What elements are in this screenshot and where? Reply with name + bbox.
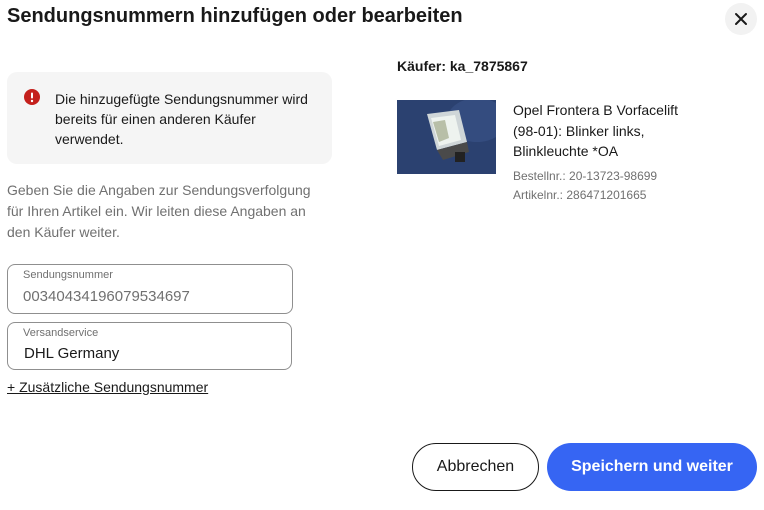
- carrier-input[interactable]: DHL Germany: [24, 345, 274, 362]
- save-and-continue-button[interactable]: Speichern und weiter: [547, 443, 757, 491]
- tracking-number-input[interactable]: 00340434196079534697: [23, 288, 273, 305]
- alert-message: Die hinzugefügte Sendungsnummer wird ber…: [55, 91, 308, 147]
- buyer-label: Käufer: ka_7875867: [397, 58, 528, 74]
- error-icon: [24, 89, 40, 105]
- order-number: Bestellnr.: 20-13723-98699: [513, 169, 658, 183]
- tracking-number-field[interactable]: Sendungsnummer 00340434196079534697: [7, 264, 293, 314]
- dialog-title: Sendungsnummern hinzufügen oder bearbeit…: [7, 5, 463, 27]
- item-number: Artikelnr.: 286471201665: [513, 188, 647, 202]
- product-image[interactable]: [397, 100, 496, 174]
- cancel-button[interactable]: Abbrechen: [412, 443, 539, 491]
- close-button[interactable]: [725, 3, 757, 35]
- tracking-number-label: Sendungsnummer: [23, 269, 113, 281]
- help-text: Geben Sie die Angaben zur Sendungsverfol…: [7, 182, 311, 240]
- product-photo-graphic: [397, 100, 496, 174]
- error-alert: Die hinzugefügte Sendungsnummer wird ber…: [7, 72, 332, 164]
- item-title[interactable]: Opel Frontera B Vorfacelift (98-01): Bli…: [513, 100, 703, 162]
- carrier-field[interactable]: Versandservice DHL Germany: [7, 322, 292, 370]
- add-tracking-number-link[interactable]: + Zusätzliche Sendungsnummer: [7, 379, 208, 395]
- close-icon: [735, 13, 747, 25]
- carrier-label: Versandservice: [23, 327, 99, 339]
